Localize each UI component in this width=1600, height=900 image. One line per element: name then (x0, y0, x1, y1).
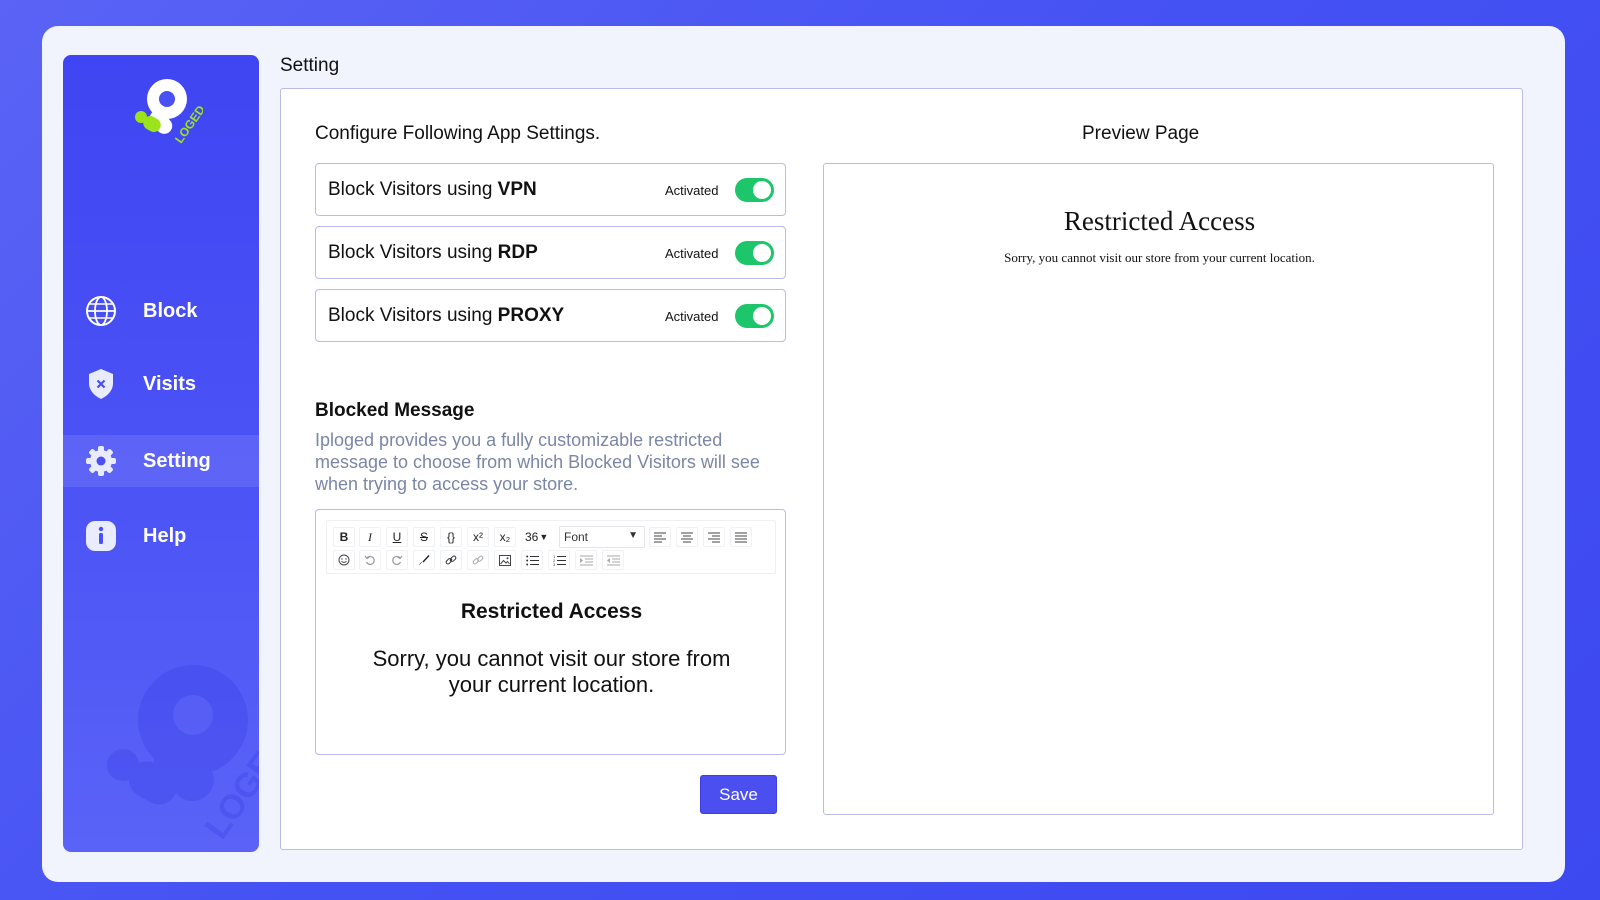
numbered-list-icon: 123 (553, 555, 566, 566)
undo-icon (364, 555, 375, 566)
switch-knob (753, 181, 771, 199)
info-icon (85, 520, 117, 552)
sidebar-item-setting[interactable]: Setting (63, 435, 259, 487)
image-button[interactable] (494, 550, 516, 570)
logo-watermark: LOGED (107, 665, 259, 846)
editor-content-heading: Restricted Access (460, 600, 643, 623)
underline-button[interactable]: U (386, 527, 408, 547)
vpn-setting-card: Block Visitors using VPN Activated (315, 163, 786, 216)
preview-body: Sorry, you cannot visit our store from y… (1004, 250, 1315, 265)
toggle-title-keyword: PROXY (497, 305, 565, 326)
vpn-toggle-switch[interactable] (735, 178, 774, 202)
caret-down-icon: ▼ (628, 530, 638, 541)
svg-text:3: 3 (553, 562, 556, 566)
page-title: Setting (280, 55, 340, 76)
save-button[interactable]: Save (700, 775, 777, 814)
bold-button[interactable]: B (333, 527, 355, 547)
settings-heading: Configure Following App Settings. (315, 123, 601, 144)
subscript-button[interactable]: x₂ (494, 527, 516, 547)
sidebar-item-help[interactable]: Help (63, 510, 259, 562)
font-size-value: 36 (525, 530, 539, 544)
indent-icon (579, 555, 593, 565)
preview-box: Restricted Access Sorry, you cannot visi… (823, 163, 1494, 815)
preview-title: Preview Page (1082, 123, 1200, 144)
switch-knob (753, 307, 771, 325)
caret-down-icon: ▼ (539, 532, 549, 542)
toggle-title: Block Visitors using PROXY (328, 305, 564, 327)
align-right-icon (708, 532, 720, 542)
redo-icon (392, 555, 403, 566)
unlink-icon (472, 555, 484, 565)
redo-button[interactable] (386, 550, 408, 570)
sidebar-item-label: Setting (143, 449, 211, 472)
brush-icon (419, 555, 430, 565)
align-left-icon (654, 532, 666, 542)
align-center-icon (681, 532, 693, 542)
smiley-icon (338, 554, 350, 566)
link-icon (445, 555, 457, 565)
toggle-title: Block Visitors using VPN (328, 179, 537, 201)
rdp-toggle-switch[interactable] (735, 241, 774, 265)
sidebar: LOGED Block Visits Setting Help LOGED (63, 55, 259, 852)
app-logo: LOGED (135, 79, 203, 146)
preview-heading: Restricted Access (1063, 206, 1256, 236)
switch-knob (753, 244, 771, 262)
image-icon (499, 554, 511, 566)
settings-panel: Configure Following App Settings. Block … (280, 88, 1523, 850)
code-button[interactable]: {} (440, 527, 462, 547)
align-justify-button[interactable] (730, 527, 752, 547)
proxy-toggle-switch[interactable] (735, 304, 774, 328)
sidebar-item-label: Help (143, 524, 187, 547)
font-family-select[interactable]: Font ▼ (559, 526, 645, 548)
toggle-title-keyword: RDP (497, 242, 538, 263)
emoji-button[interactable] (333, 550, 355, 570)
undo-button[interactable] (359, 550, 381, 570)
globe-icon (85, 295, 117, 327)
sidebar-item-block[interactable]: Block (63, 285, 259, 337)
toggle-status: Activated (665, 309, 719, 324)
app-window: LOGED Block Visits Setting Help LOGED Se… (42, 26, 1565, 882)
shield-icon (85, 368, 117, 400)
outdent-icon (606, 555, 620, 565)
toggle-title-prefix: Block Visitors using (328, 179, 498, 200)
align-left-button[interactable] (649, 527, 671, 547)
toggle-status: Activated (665, 183, 719, 198)
indent-button[interactable] (575, 550, 597, 570)
numbered-list-button[interactable]: 123 (548, 550, 570, 570)
align-center-button[interactable] (676, 527, 698, 547)
editor-toolbar: B I U S {} x² x₂ 36 ▼ Font ▼ 1 2 3 (326, 520, 776, 574)
sidebar-item-visits[interactable]: Visits (63, 358, 259, 410)
italic-button[interactable]: I (359, 527, 381, 547)
text-color-button[interactable] (413, 550, 435, 570)
outdent-button[interactable] (602, 550, 624, 570)
sidebar-item-label: Visits (143, 372, 196, 395)
proxy-setting-card: Block Visitors using PROXY Activated (315, 289, 786, 342)
blocked-message-heading: Blocked Message (315, 400, 475, 421)
toggle-title: Block Visitors using RDP (328, 242, 538, 264)
toggle-title-keyword: VPN (497, 179, 537, 200)
strikethrough-button[interactable]: S (413, 527, 435, 547)
toggle-status: Activated (665, 246, 719, 261)
align-right-button[interactable] (703, 527, 725, 547)
align-justify-icon (735, 532, 747, 542)
font-size-select[interactable]: 36 ▼ (525, 527, 555, 547)
bullet-list-icon (525, 555, 539, 565)
superscript-button[interactable]: x² (467, 527, 489, 547)
bullet-list-button[interactable] (521, 550, 543, 570)
rdp-setting-card: Block Visitors using RDP Activated (315, 226, 786, 279)
toggle-title-prefix: Block Visitors using (328, 242, 498, 263)
sidebar-item-label: Block (143, 299, 198, 322)
toggle-title-prefix: Block Visitors using (328, 305, 498, 326)
gear-icon (85, 445, 117, 477)
link-button[interactable] (440, 550, 462, 570)
message-editor[interactable]: B I U S {} x² x₂ 36 ▼ Font ▼ 1 2 3 Restr… (315, 509, 786, 755)
editor-content-body: Sorry, you cannot visit our store from y… (372, 646, 731, 697)
blocked-message-description: Iploged provides you a fully customizabl… (315, 430, 760, 494)
editor-content[interactable]: Restricted Access Sorry, you cannot visi… (316, 600, 787, 698)
font-family-value: Font (564, 530, 589, 544)
unlink-button[interactable] (467, 550, 489, 570)
